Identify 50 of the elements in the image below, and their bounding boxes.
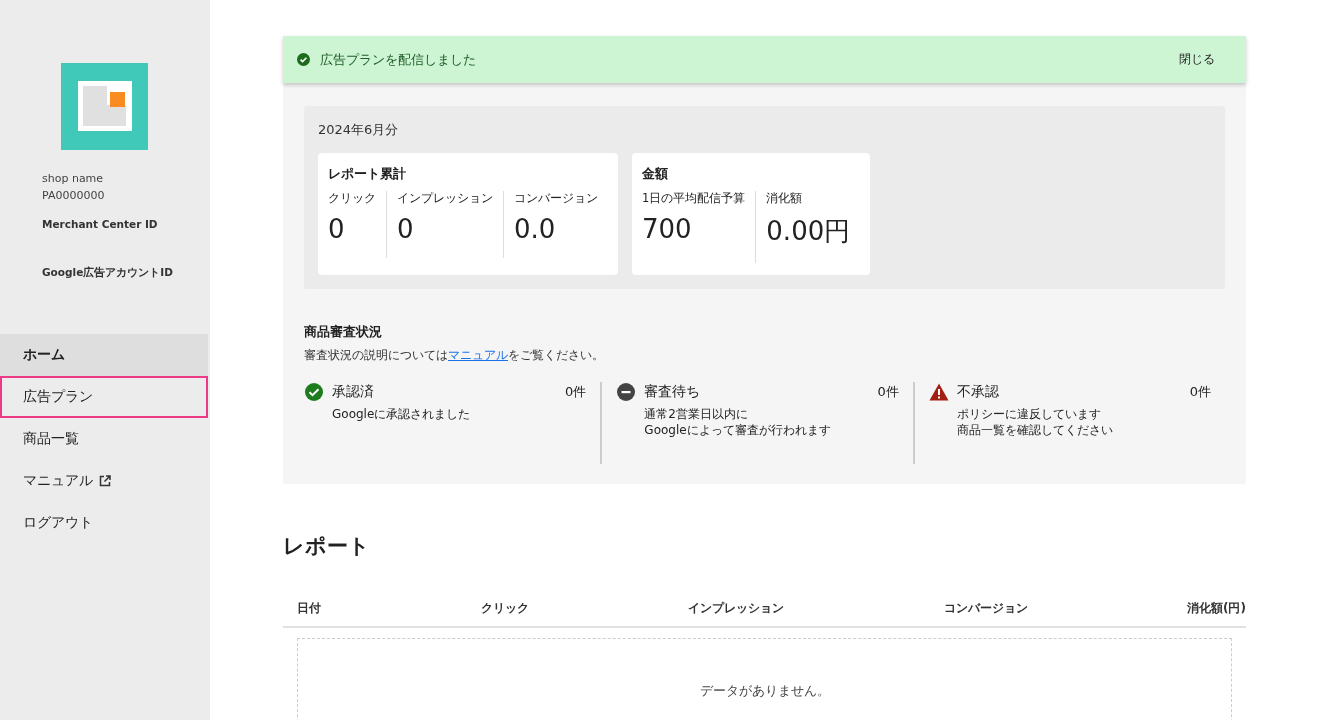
review-description: Googleに承認されました: [332, 406, 472, 422]
column-header: 日付: [297, 600, 321, 617]
nav-item[interactable]: 広告プラン: [0, 376, 208, 418]
review-status-label: 承認済: [332, 383, 375, 401]
warning-icon: [928, 382, 949, 402]
google-ads-label: Google広告アカウントID: [42, 266, 174, 280]
review-note: 審査状況の説明についてはマニュアルをご覧ください。: [304, 347, 605, 364]
metric-value: 0: [328, 214, 346, 244]
review-count: 0件: [877, 383, 899, 401]
review-status-label: 不承認: [956, 383, 1000, 401]
report-title: レポート: [283, 533, 371, 560]
metric-label: 消化額: [766, 191, 804, 206]
metric-value: 0.0: [514, 214, 557, 244]
shop-id: PA0000000: [42, 188, 106, 204]
merchant-center-label: Merchant Center ID: [42, 218, 159, 230]
check-circle-icon: [304, 382, 324, 402]
metric-value: 700: [642, 214, 693, 244]
nav-item[interactable]: マニュアル: [0, 460, 208, 502]
review-description: Googleによって審査が行われます: [644, 422, 832, 438]
metric-label: コンバージョン: [514, 191, 598, 206]
toast-message: 広告プランを配信しました: [320, 50, 477, 69]
card-title: 金額: [642, 165, 669, 183]
minus-circle-icon: [616, 382, 637, 402]
review-description: 商品一覧を確認してください: [956, 422, 1114, 438]
close-button[interactable]: 閉じる: [1173, 50, 1221, 69]
external-link-icon: [99, 475, 111, 487]
review-status-label: 審査待ち: [644, 383, 702, 401]
nav-item[interactable]: ログアウト: [0, 502, 208, 544]
review-count: 0件: [1189, 383, 1211, 401]
column-header: インプレッション: [688, 600, 784, 617]
metric-label: クリック: [328, 191, 376, 206]
metric-value: 0: [397, 214, 415, 244]
metric-label: インプレッション: [397, 191, 493, 206]
review-count: 0件: [565, 383, 587, 401]
check-circle-icon: [297, 53, 310, 66]
metric-value: 0.00円: [766, 215, 851, 248]
nav-item[interactable]: 商品一覧: [0, 418, 208, 460]
column-header: コンバージョン: [943, 600, 1028, 617]
card-title: レポート累計: [328, 165, 407, 183]
metric-label: 1日の平均配信予算: [642, 191, 746, 206]
review-title: 商品審査状況: [304, 323, 383, 341]
column-header: クリック: [480, 600, 529, 617]
shop-name: shop name: [42, 171, 105, 187]
review-description: ポリシーに違反しています: [956, 406, 1102, 422]
nav-item[interactable]: ホーム: [0, 334, 208, 376]
column-header: 消化額(円): [1187, 600, 1246, 617]
manual-link[interactable]: マニュアル: [448, 348, 508, 362]
empty-message: データがありません。: [699, 682, 830, 700]
period-label: 2024年6月分: [318, 121, 400, 139]
review-description: 通常2営業日以内に: [644, 406, 749, 422]
